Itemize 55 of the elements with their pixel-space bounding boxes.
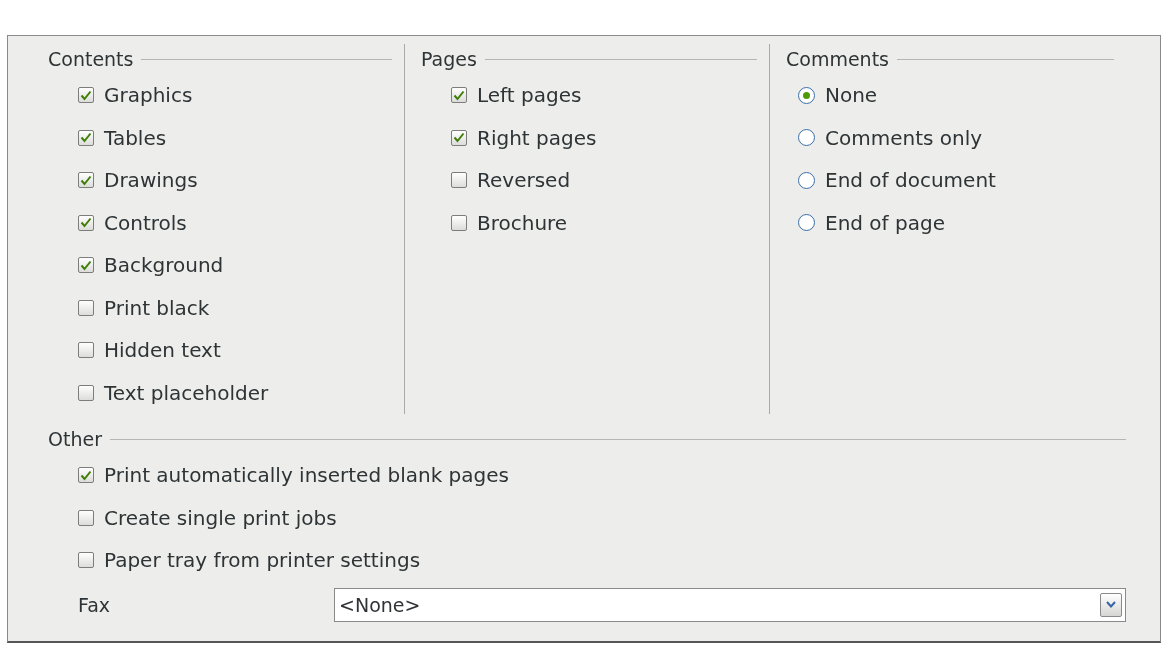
radio-button[interactable]	[798, 86, 815, 104]
checkbox[interactable]	[78, 552, 94, 569]
dropdown-value: <None>	[339, 593, 421, 616]
checkmark-icon	[80, 259, 92, 271]
option-label: Controls	[104, 210, 187, 235]
checkbox[interactable]	[451, 214, 467, 231]
option-label: Text placeholder	[104, 380, 269, 405]
option-label: Comments only	[825, 125, 983, 150]
radio-button[interactable]	[798, 129, 815, 147]
checkbox[interactable]	[78, 299, 94, 316]
checkmark-icon	[80, 469, 92, 481]
checkmark-icon	[80, 217, 92, 229]
option-label: Reversed	[477, 168, 571, 193]
checkbox[interactable]	[78, 87, 94, 104]
checkbox[interactable]	[78, 172, 94, 189]
group-title: Other	[48, 428, 102, 450]
option-label: Left pages	[477, 83, 582, 108]
chevron-down-icon	[1106, 601, 1116, 608]
dropdown-button[interactable]	[1100, 592, 1122, 617]
checkbox[interactable]	[78, 214, 94, 231]
checkbox[interactable]	[78, 342, 94, 359]
radio-button[interactable]	[798, 214, 815, 232]
checkmark-icon	[453, 89, 465, 101]
checkmark-icon	[453, 132, 465, 144]
checkbox[interactable]	[78, 509, 94, 526]
checkbox[interactable]	[451, 87, 467, 104]
option-label: Print black	[104, 295, 210, 320]
option-label: Print automatically inserted blank pages	[104, 463, 509, 488]
radio-button[interactable]	[798, 171, 815, 189]
checkbox[interactable]	[78, 129, 94, 146]
option-label: Background	[104, 253, 224, 278]
option-label: Create single print jobs	[104, 505, 337, 530]
group-title: Pages	[421, 48, 477, 70]
checkmark-icon	[80, 174, 92, 186]
checkbox[interactable]	[78, 467, 94, 484]
option-label: End of document	[825, 168, 996, 193]
checkbox[interactable]	[451, 129, 467, 146]
option-label: Right pages	[477, 125, 597, 150]
option-label: Brochure	[477, 210, 568, 235]
checkmark-icon	[80, 89, 92, 101]
option-label: Tables	[104, 125, 167, 150]
option-label: Graphics	[104, 83, 193, 108]
checkbox[interactable]	[78, 257, 94, 274]
option-label: End of page	[825, 210, 945, 235]
group-title: Comments	[786, 48, 889, 70]
option-label: None	[825, 83, 878, 108]
option-label: Drawings	[104, 168, 198, 193]
option-label: Hidden text	[104, 338, 221, 363]
checkbox[interactable]	[78, 384, 94, 401]
fax-dropdown[interactable]: <None>	[334, 587, 1126, 622]
checkmark-icon	[80, 132, 92, 144]
group-title: Contents	[48, 48, 134, 70]
checkbox[interactable]	[451, 172, 467, 189]
option-label: Paper tray from printer settings	[104, 548, 421, 573]
fax-label: Fax	[78, 593, 112, 616]
